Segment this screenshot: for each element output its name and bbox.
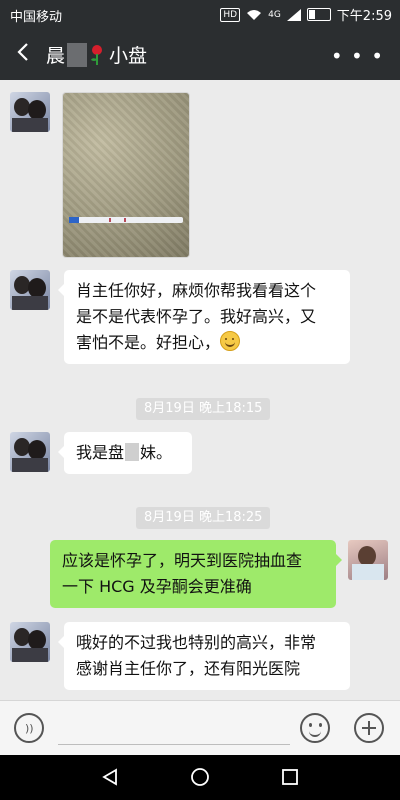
- status-bar: 中国移动 HD 4G 下午2:59: [0, 0, 400, 28]
- clock: 下午2:59: [336, 9, 392, 24]
- wifi-icon: [247, 9, 262, 20]
- message-text-part: 妹。: [140, 443, 173, 462]
- nav-back-icon[interactable]: [100, 767, 120, 787]
- nav-recent-icon[interactable]: [280, 767, 300, 787]
- message-line: 应该是怀孕了，明天到医院抽血查: [62, 551, 303, 570]
- more-icon[interactable]: • • •: [331, 44, 384, 68]
- system-nav-bar: [0, 755, 400, 800]
- message-bubble-right[interactable]: 应该是怀孕了，明天到医院抽血查 一下 HCG 及孕酮会更准确: [50, 540, 342, 608]
- title-left: 晨: [46, 45, 66, 67]
- redacted-block: [67, 42, 88, 67]
- image-message[interactable]: [62, 92, 190, 258]
- contact-avatar[interactable]: [10, 622, 50, 662]
- message-line: 害怕不是。好担心，: [76, 333, 221, 352]
- network-type: 4G: [268, 9, 281, 20]
- message-line: 肖主任你好，麻烦你帮我看看这个: [76, 281, 317, 300]
- rose-icon: [91, 44, 103, 65]
- message-line: 一下 HCG 及孕酮会更准确: [62, 577, 252, 596]
- my-avatar[interactable]: [348, 540, 388, 580]
- message-input[interactable]: [58, 714, 290, 745]
- carrier-name: 中国移动: [10, 10, 63, 25]
- chat-header: 晨 小盘 • • •: [0, 28, 400, 80]
- message-bubble-left[interactable]: 我是盘 妹。: [58, 432, 192, 474]
- contact-avatar[interactable]: [10, 432, 50, 472]
- timestamp: 8月19日 晚上18:25: [136, 507, 271, 529]
- contact-avatar[interactable]: [10, 92, 50, 132]
- chat-title: 晨 小盘: [46, 41, 147, 68]
- emoji-icon[interactable]: [300, 713, 330, 743]
- message-bubble-left[interactable]: 哦好的不过我也特别的高兴，非常 感谢肖主任你了，还有阳光医院: [58, 622, 350, 690]
- message-line: 感谢肖主任你了，还有阳光医院: [76, 659, 301, 678]
- voice-icon[interactable]: )): [14, 713, 44, 743]
- message-text-part: 我是盘: [76, 443, 125, 462]
- hd-icon: HD: [220, 7, 241, 22]
- input-bar: )): [0, 700, 400, 756]
- pregnancy-test-strip: [69, 217, 183, 223]
- contact-avatar[interactable]: [10, 270, 50, 310]
- smile-emoji-icon: [220, 331, 241, 351]
- battery-icon: [306, 8, 331, 21]
- back-arrow-icon[interactable]: [12, 40, 36, 64]
- title-right: 小盘: [109, 45, 148, 67]
- redacted-block: [125, 443, 140, 461]
- message-line: 是不是代表怀孕了。我好高兴，又: [76, 307, 317, 326]
- signal-icon: [286, 8, 301, 21]
- nav-home-icon[interactable]: [190, 767, 210, 787]
- plus-icon[interactable]: [354, 713, 384, 743]
- message-bubble-left[interactable]: 肖主任你好，麻烦你帮我看看这个 是不是代表怀孕了。我好高兴，又 害怕不是。好担心…: [58, 270, 350, 364]
- status-icons: HD 4G 下午2:59: [220, 5, 392, 24]
- message-line: 哦好的不过我也特别的高兴，非常: [76, 633, 317, 652]
- timestamp: 8月19日 晚上18:15: [136, 398, 271, 420]
